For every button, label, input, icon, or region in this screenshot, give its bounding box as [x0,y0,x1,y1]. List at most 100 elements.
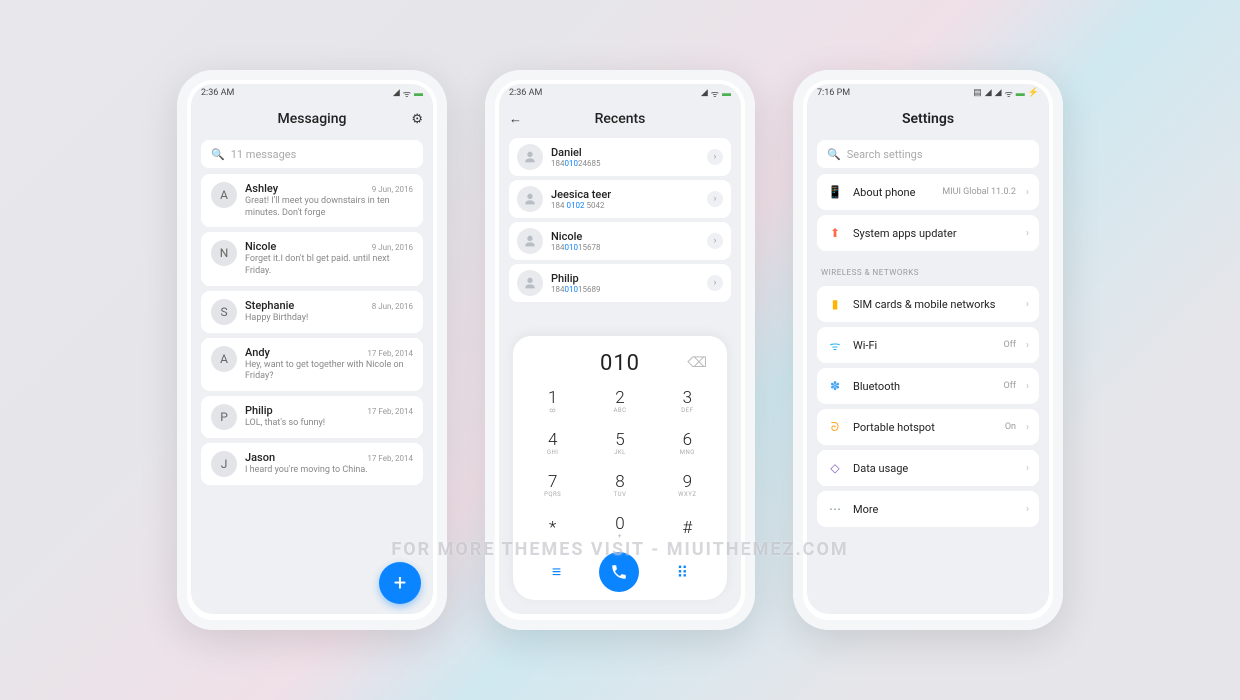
settings-item-value: Off [1004,340,1016,350]
detail-icon[interactable]: › [707,275,723,291]
detail-icon[interactable]: › [707,191,723,207]
app-header: Settings [807,102,1049,136]
settings-item-label: Bluetooth [853,380,994,393]
status-time: 2:36 AM [509,88,542,98]
page-title: Settings [902,111,954,127]
settings-item-label: Data usage [853,462,1016,475]
message-item[interactable]: J Jason 17 Feb, 2014 I heard you're movi… [201,443,423,485]
settings-item[interactable]: 📱 About phone MIUI Global 11.0.2 › [817,174,1039,210]
contact-name: Jason [245,451,275,464]
status-icons: ◢ᯤ▬ [701,87,731,100]
dial-key-1[interactable]: 1 ∞ [519,380,586,422]
avatar: A [211,346,237,372]
settings-item-icon: ⋯ [827,501,843,517]
avatar: A [211,182,237,208]
message-date: 8 Jun, 2016 [372,302,413,311]
message-item[interactable]: N Nicole 9 Jun, 2016 Forget it.I don't b… [201,232,423,285]
settings-item[interactable]: ⋯ More › [817,491,1039,527]
settings-item-label: Portable hotspot [853,421,995,434]
avatar: J [211,451,237,477]
settings-item-label: More [853,503,1016,516]
contact-name: Nicole [551,230,699,243]
dial-grid: 1 ∞ 2 ABC 3 DEF 4 GHI 5 JKL 6 MNO 7 PQRS… [519,380,721,548]
settings-item[interactable]: ⬆ System apps updater › [817,215,1039,251]
message-item[interactable]: P Philip 17 Feb, 2014 LOL, that's so fun… [201,396,423,438]
recent-call-item[interactable]: Nicole 18401015678 › [509,222,731,260]
page-title: Messaging [278,111,347,127]
search-input[interactable]: 🔍 Search settings [817,140,1039,168]
dialpad-toggle-icon[interactable]: ⠿ [676,563,688,582]
settings-list: 📱 About phone MIUI Global 11.0.2 › ⬆ Sys… [807,174,1049,527]
dial-key-6[interactable]: 6 MNO [654,422,721,464]
dial-key-3[interactable]: 3 DEF [654,380,721,422]
message-preview: Forget it.I don't bl get paid. until nex… [245,254,413,277]
detail-icon[interactable]: › [707,149,723,165]
recent-call-item[interactable]: Philip 18401015689 › [509,264,731,302]
message-item[interactable]: A Ashley 9 Jun, 2016 Great! I'll meet yo… [201,174,423,227]
settings-item[interactable]: ᘐ Portable hotspot On › [817,409,1039,445]
settings-item-value: Off [1004,381,1016,391]
dial-key-4[interactable]: 4 GHI [519,422,586,464]
chevron-right-icon: › [1026,504,1029,515]
message-date: 17 Feb, 2014 [367,349,413,358]
search-icon: 🔍 [211,148,225,161]
recent-call-item[interactable]: Jeesica teer 184 0102 5042 › [509,180,731,218]
contact-number: 18401015678 [551,243,699,252]
contact-name: Stephanie [245,299,294,312]
message-date: 17 Feb, 2014 [367,407,413,416]
chevron-right-icon: › [1026,463,1029,474]
search-icon: 🔍 [827,148,841,161]
watermark: FOR MORE THEMES VISIT - MIUITHEMEZ.COM [391,539,848,560]
avatar: N [211,240,237,266]
statusbar: 2:36 AM ◢ᯤ▬ [499,84,741,102]
settings-item[interactable]: ◇ Data usage › [817,450,1039,486]
message-item[interactable]: A Andy 17 Feb, 2014 Hey, want to get tog… [201,338,423,391]
detail-icon[interactable]: › [707,233,723,249]
dial-key-8[interactable]: 8 TUV [586,464,653,506]
settings-item-value: On [1005,422,1016,432]
search-placeholder: 11 messages [231,148,297,161]
settings-item-icon: ᯤ [827,337,843,353]
message-preview: I heard you're moving to China. [245,465,413,477]
dial-number: 010 [600,351,640,376]
search-input[interactable]: 🔍 11 messages [201,140,423,168]
settings-item[interactable]: ᯤ Wi-Fi Off › [817,327,1039,363]
status-time: 7:16 PM [817,88,850,98]
settings-item[interactable]: ✽ Bluetooth Off › [817,368,1039,404]
settings-item-value: MIUI Global 11.0.2 [942,187,1016,197]
chevron-right-icon: › [1026,381,1029,392]
message-item[interactable]: S Stephanie 8 Jun, 2016 Happy Birthday! [201,291,423,333]
dial-key-7[interactable]: 7 PQRS [519,464,586,506]
settings-item-icon: ▮ [827,296,843,312]
recents-list: Daniel 18401024685 › Jeesica teer 184 01… [499,136,741,302]
settings-item-icon: ⬆ [827,225,843,241]
chevron-right-icon: › [1026,422,1029,433]
contact-name: Philip [245,404,273,417]
menu-icon[interactable]: ≡ [552,562,561,582]
recent-call-item[interactable]: Daniel 18401024685 › [509,138,731,176]
message-preview: Happy Birthday! [245,313,413,325]
compose-button[interactable]: + [379,562,421,604]
settings-item-label: SIM cards & mobile networks [853,298,1016,311]
chevron-right-icon: › [1026,228,1029,239]
settings-item-label: System apps updater [853,227,1016,240]
dial-key-9[interactable]: 9 WXYZ [654,464,721,506]
dialpad: 010 ⌫ 1 ∞ 2 ABC 3 DEF 4 GHI 5 JKL 6 MNO … [513,336,727,600]
message-date: 9 Jun, 2016 [372,243,413,252]
avatar [517,228,543,254]
settings-item-icon: 📱 [827,184,843,200]
settings-item[interactable]: ▮ SIM cards & mobile networks › [817,286,1039,322]
settings-icon[interactable]: ⚙ [411,112,423,127]
contact-name: Jeesica teer [551,188,699,201]
message-date: 9 Jun, 2016 [372,185,413,194]
backspace-icon[interactable]: ⌫ [687,355,707,371]
dial-key-5[interactable]: 5 JKL [586,422,653,464]
dial-key-2[interactable]: 2 ABC [586,380,653,422]
message-list: A Ashley 9 Jun, 2016 Great! I'll meet yo… [191,174,433,485]
avatar: S [211,299,237,325]
contact-number: 184 0102 5042 [551,201,699,210]
back-icon[interactable]: ← [509,111,522,127]
contact-name: Andy [245,346,270,359]
contact-name: Ashley [245,182,278,195]
message-preview: Great! I'll meet you downstairs in ten m… [245,196,413,219]
